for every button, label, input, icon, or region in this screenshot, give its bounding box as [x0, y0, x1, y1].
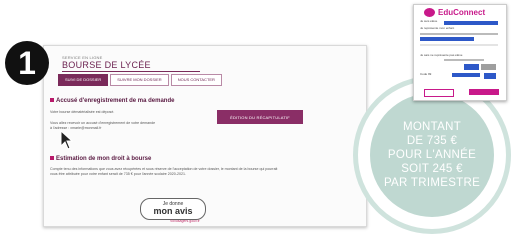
page-title: BOURSE DE LYCÉE: [62, 60, 151, 70]
section-square-icon: [50, 156, 54, 161]
section-accuse-title: Accusé d'enregistrement de ma demande: [50, 98, 174, 104]
educonnect-code-field[interactable]: [452, 73, 480, 77]
tab-suivi-dossier[interactable]: SUIVI DE DOSSIER: [58, 74, 109, 86]
edition-recapitulatif-button[interactable]: ÉDITION DU RÉCAPITULATIF: [217, 110, 303, 124]
tab-nous-contacter[interactable]: NOUS CONTACTER: [170, 74, 222, 86]
voxusagers-brand: Voxusagers.gouv.fr: [170, 219, 200, 223]
title-divider: [62, 71, 200, 72]
section-accuse-line1: Votre bourse dématérialisée est déposé.: [50, 110, 115, 114]
montant-line-2: DE 735 €: [406, 135, 458, 147]
educonnect-small-button-2[interactable]: [481, 64, 496, 70]
educonnect-line-2: [444, 59, 484, 61]
educonnect-line-1: [420, 33, 498, 35]
educonnect-logo: EduConnect: [424, 8, 485, 17]
donner-avis-button[interactable]: Je donne mon avis: [140, 198, 206, 220]
educonnect-bar-1: [444, 21, 498, 25]
tab-bar: SUIVI DE DOSSIER SUIVRE MON DOSSIER NOUS…: [58, 74, 222, 86]
section-accuse-line3: à l'adresse : xmarie@monmail.fr: [50, 126, 102, 130]
avis-line2: mon avis: [153, 206, 193, 216]
educonnect-text-3: Je sais ne représente pas élève: [420, 53, 463, 57]
mouse-cursor-icon: [60, 130, 74, 150]
tab-suivre-dossier[interactable]: SUIVRE MON DOSSIER: [110, 74, 169, 86]
montant-line-3: POUR L'ANNÉE: [387, 149, 477, 161]
educonnect-brand: EduConnect: [438, 8, 486, 17]
section-estimation-line2: vous être attribuée pour votre enfant se…: [50, 172, 186, 176]
section-square-icon: [50, 98, 54, 103]
educonnect-code-label: Code 99: [420, 72, 432, 76]
educonnect-panel: EduConnect Je suis élève Je représente m…: [413, 4, 507, 101]
educonnect-logo-icon: [424, 8, 435, 17]
montant-line-4: SOIT 245 €: [401, 163, 463, 175]
educonnect-small-button-1[interactable]: [464, 64, 479, 70]
educonnect-text-represente: Je représente mon enfant: [420, 26, 455, 30]
educonnect-divider: [420, 44, 498, 46]
montant-line-5: PAR TRIMESTRE: [383, 177, 481, 189]
educonnect-secondary-button[interactable]: [424, 89, 454, 97]
section-estimation-title: Estimation de mon droit à bourse: [50, 156, 151, 162]
educonnect-primary-button[interactable]: [469, 89, 499, 95]
educonnect-bar-2: [420, 37, 474, 41]
step-number-badge: 1: [5, 41, 49, 85]
educonnect-text-eleve: Je suis élève: [420, 19, 438, 23]
educonnect-code-button[interactable]: [484, 73, 496, 79]
montant-line-1: MONTANT: [402, 121, 462, 133]
bourse-page-screenshot: SERVICE EN LIGNE BOURSE DE LYCÉE SUIVI D…: [43, 45, 367, 227]
montant-disc: MONTANT DE 735 € POUR L'ANNÉE SOIT 245 €…: [370, 93, 494, 217]
